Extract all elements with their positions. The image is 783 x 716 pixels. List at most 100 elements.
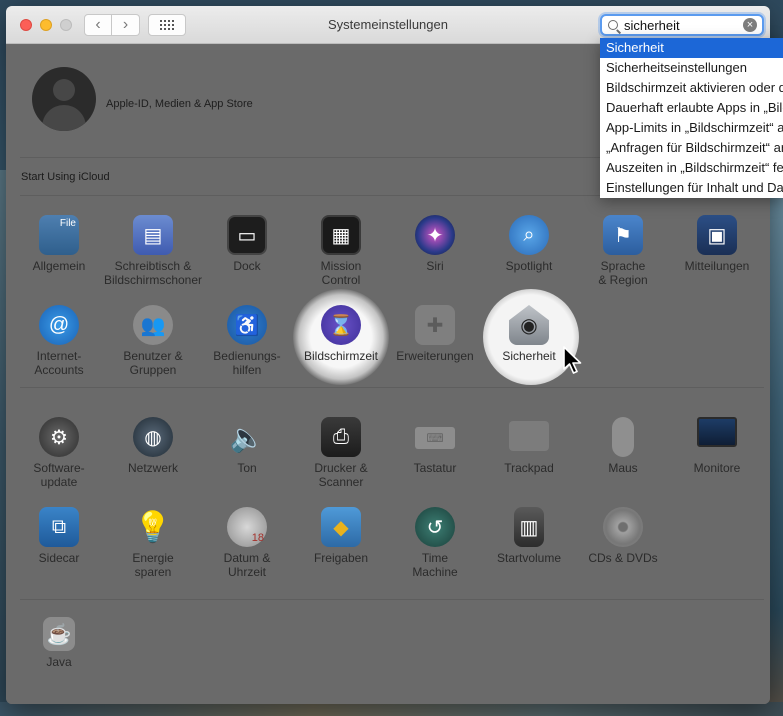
- pane-label: Mission Control: [320, 259, 362, 287]
- pane-label: Sidecar: [38, 551, 80, 565]
- pane-label: Bildschirmzeit: [303, 349, 378, 363]
- pane-label: Benutzer & Gruppen: [123, 349, 183, 377]
- apple-id-label[interactable]: Apple-ID, Medien & App Store: [106, 98, 253, 110]
- pane-label: Bedienungs- hilfen: [213, 349, 281, 377]
- spotlight-icon: ⌕: [509, 215, 549, 255]
- pane-label: Software- update: [33, 461, 85, 489]
- pane-label: Schreibtisch & Bildschirmschoner: [103, 259, 203, 287]
- clear-search-button[interactable]: ×: [743, 18, 757, 32]
- pane-label: Allgemein: [32, 259, 86, 273]
- pane-spotlight[interactable]: ⌕ Spotlight: [482, 215, 576, 301]
- pane-label: Datum & Uhrzeit: [223, 551, 271, 579]
- pane-label: Time Machine: [412, 551, 458, 579]
- pane-mission-control[interactable]: ▦ Mission Control: [294, 215, 388, 301]
- pane-startvolume[interactable]: ▥ Startvolume: [482, 507, 576, 593]
- desktop-screensaver-icon: ▤: [133, 215, 173, 255]
- pane-softwareupdate[interactable]: ⚙ Software- update: [12, 417, 106, 503]
- pane-label: Tastatur: [413, 461, 457, 475]
- pane-schreibtisch[interactable]: ▤ Schreibtisch & Bildschirmschoner: [103, 215, 203, 301]
- pane-label: Maus: [608, 461, 638, 475]
- pane-drucker-scanner[interactable]: ⎙ Drucker & Scanner: [294, 417, 388, 503]
- search-input[interactable]: [624, 17, 736, 34]
- suggestion-item[interactable]: Einstellungen für Inhalt und Dat: [600, 178, 783, 198]
- hourglass-icon: ⌛: [321, 305, 361, 345]
- pane-java[interactable]: ☕ Java: [12, 617, 106, 703]
- pane-trackpad[interactable]: Trackpad: [482, 417, 576, 503]
- notifications-icon: ▣: [697, 215, 737, 255]
- pane-erweiterungen[interactable]: ✚ Erweiterungen: [388, 305, 482, 391]
- pane-label: Monitore: [693, 461, 741, 475]
- pane-monitore[interactable]: Monitore: [670, 417, 764, 503]
- suggestion-item[interactable]: Sicherheitseinstellungen: [600, 58, 783, 78]
- pane-mitteilungen[interactable]: ▣ Mitteilungen: [670, 215, 764, 301]
- suggestion-item[interactable]: Dauerhaft erlaubte Apps in „Bild: [600, 98, 783, 118]
- java-cup-icon: ☕: [43, 617, 75, 651]
- pane-label: CDs & DVDs: [588, 551, 658, 565]
- pane-label: Spotlight: [505, 259, 553, 273]
- pane-label: Ton: [237, 461, 257, 475]
- pane-time-machine[interactable]: ↺ Time Machine: [388, 507, 482, 593]
- pane-cds-dvds[interactable]: CDs & DVDs: [576, 507, 670, 593]
- pane-label: Internet- Accounts: [34, 349, 84, 377]
- mouse-icon: [612, 417, 634, 457]
- pane-netzwerk[interactable]: ◍ Netzwerk: [106, 417, 200, 503]
- trackpad-icon: [509, 421, 549, 451]
- pane-internet-accounts[interactable]: @ Internet- Accounts: [12, 305, 106, 391]
- pane-energie-sparen[interactable]: 💡 Energie sparen: [106, 507, 200, 593]
- mouse-pointer-icon: [563, 346, 582, 374]
- pane-label: Java: [46, 655, 72, 669]
- search-icon: [608, 20, 618, 30]
- divider: [20, 387, 764, 388]
- desktop-background-bottom: [0, 702, 783, 716]
- pane-siri[interactable]: ✦ Siri: [388, 215, 482, 301]
- pane-label: Siri: [426, 259, 444, 273]
- pane-sprache-region[interactable]: ⚑ Sprache & Region: [576, 215, 670, 301]
- suggestion-item[interactable]: „Anfragen für Bildschirmzeit“ ar: [600, 138, 783, 158]
- search-field[interactable]: ×: [600, 14, 764, 36]
- pane-datum-uhrzeit[interactable]: 18 Datum & Uhrzeit: [200, 507, 294, 593]
- pane-maus[interactable]: Maus: [576, 417, 670, 503]
- pane-freigaben[interactable]: ◆ Freigaben: [294, 507, 388, 593]
- pane-label: Mitteilungen: [684, 259, 750, 273]
- puzzle-icon: ✚: [415, 305, 455, 345]
- security-house-icon: ◉: [509, 305, 549, 345]
- pane-label: Sprache & Region: [598, 259, 648, 287]
- accessibility-icon: ♿: [227, 305, 267, 345]
- pane-ton[interactable]: 🔈 Ton: [200, 417, 294, 503]
- suggestion-item[interactable]: App-Limits in „Bildschirmzeit“ a: [600, 118, 783, 138]
- suggestion-item[interactable]: Bildschirmzeit aktivieren oder d: [600, 78, 783, 98]
- users-icon: 👥: [133, 305, 173, 345]
- pane-label: Energie sparen: [132, 551, 174, 579]
- sidecar-icon: ⧉: [39, 507, 79, 547]
- avatar[interactable]: [32, 67, 96, 131]
- calendar-day: 18: [251, 532, 264, 544]
- keyboard-icon: ⌨: [415, 427, 455, 449]
- pane-bildschirmzeit[interactable]: ⌛ Bildschirmzeit: [294, 305, 388, 391]
- pane-label: Sicherheit: [502, 349, 556, 363]
- flag-icon: ⚑: [603, 215, 643, 255]
- pane-label: Freigaben: [313, 551, 369, 565]
- disc-icon: [603, 507, 643, 547]
- pane-allgemein[interactable]: File Allgemein: [12, 215, 106, 301]
- search-suggestions: Sicherheit Sicherheitseinstellungen Bild…: [600, 38, 783, 198]
- pane-sidecar[interactable]: ⧉ Sidecar: [12, 507, 106, 593]
- sharing-folder-icon: ◆: [321, 507, 361, 547]
- suggestion-item[interactable]: Sicherheit: [600, 38, 783, 58]
- lightbulb-icon: 💡: [134, 510, 172, 544]
- suggestion-item[interactable]: Auszeiten in „Bildschirmzeit“ fe: [600, 158, 783, 178]
- time-machine-icon: ↺: [415, 507, 455, 547]
- pane-label: Erweiterungen: [396, 349, 474, 363]
- pane-label: Startvolume: [496, 551, 562, 565]
- clock-calendar-icon: 18: [227, 507, 267, 547]
- pane-tastatur[interactable]: ⌨ Tastatur: [388, 417, 482, 503]
- mission-control-icon: ▦: [321, 215, 361, 255]
- printer-icon: ⎙: [321, 417, 361, 457]
- dock-icon: ▭: [227, 215, 267, 255]
- pane-benutzer-gruppen[interactable]: 👥 Benutzer & Gruppen: [106, 305, 200, 391]
- gear-icon: ⚙: [39, 417, 79, 457]
- pane-label: Trackpad: [504, 461, 554, 475]
- pane-dock[interactable]: ▭ Dock: [200, 215, 294, 301]
- icloud-banner-label[interactable]: Start Using iCloud: [21, 171, 110, 183]
- pane-label: Netzwerk: [127, 461, 178, 475]
- pane-bedienungshilfen[interactable]: ♿ Bedienungs- hilfen: [200, 305, 294, 391]
